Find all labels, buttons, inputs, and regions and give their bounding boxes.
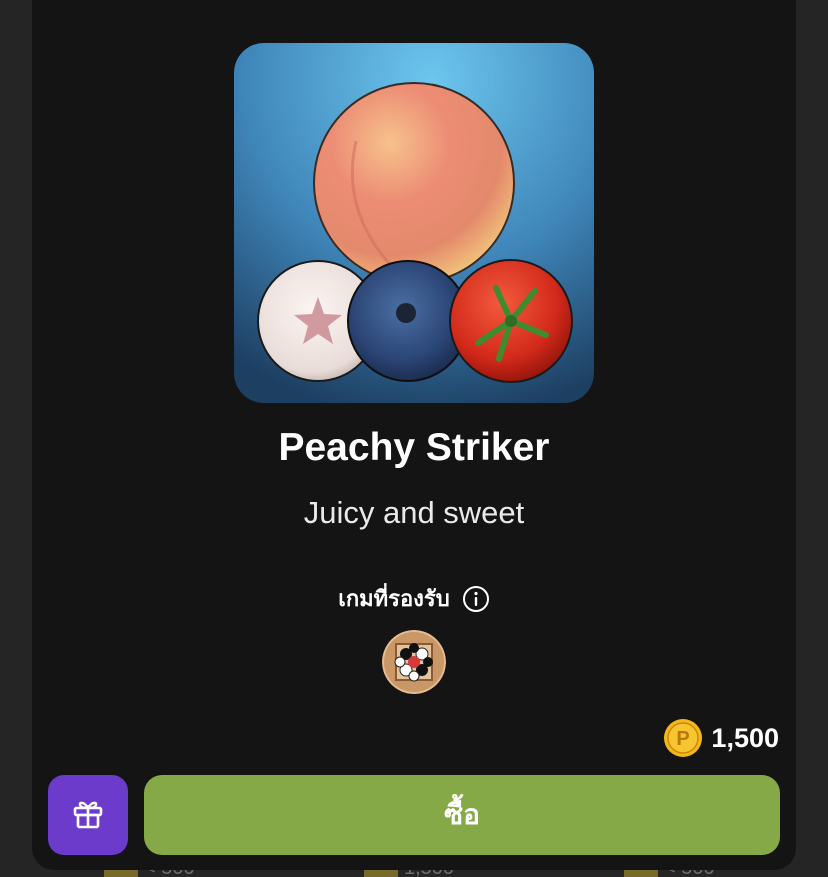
product-detail-sheet: Peachy Striker Juicy and sweet เกมที่รอง… [32, 0, 796, 870]
supported-games-label: เกมที่รองรับ [338, 586, 450, 611]
supported-games-header: เกมที่รองรับ [32, 582, 796, 616]
buy-button-label: ซื้อ [444, 799, 480, 830]
coin-p-icon: P [663, 718, 703, 758]
info-icon[interactable] [462, 585, 490, 613]
svg-text:P: P [677, 728, 690, 750]
price: P 1,500 [663, 718, 779, 758]
product-image [234, 43, 594, 403]
product-title: Peachy Striker [278, 426, 550, 469]
price-value: 1,500 [711, 723, 779, 753]
carrom-board-icon [382, 630, 446, 694]
gift-icon [70, 795, 106, 836]
peach-blueberry-tomato-striker-art [234, 43, 594, 403]
product-tagline: Juicy and sweet [303, 495, 525, 530]
gift-button[interactable] [48, 775, 128, 855]
buy-button[interactable]: ซื้อ [144, 775, 780, 855]
